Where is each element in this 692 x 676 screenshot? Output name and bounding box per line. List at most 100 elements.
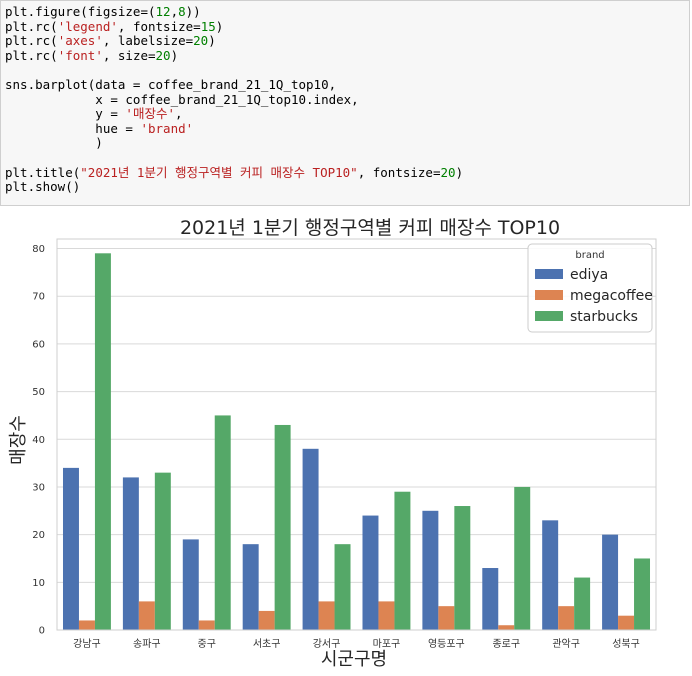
code-token: y = bbox=[5, 106, 126, 122]
x-tick-label: 서초구 bbox=[253, 638, 281, 650]
y-tick-label: 80 bbox=[32, 244, 45, 255]
x-tick-label: 강남구 bbox=[73, 638, 101, 650]
code-token: plt.title( bbox=[5, 164, 81, 180]
bar-megacoffee-5 bbox=[378, 601, 395, 630]
bar-starbucks-1 bbox=[154, 472, 171, 630]
code-token: plt.show() bbox=[5, 179, 81, 195]
bar-megacoffee-7 bbox=[498, 625, 515, 630]
bar-ediya-4 bbox=[302, 448, 319, 630]
code-token: )) bbox=[185, 4, 201, 19]
bar-megacoffee-6 bbox=[438, 606, 455, 630]
y-tick-label: 40 bbox=[32, 435, 45, 446]
code-line: hue = 'brand' bbox=[5, 120, 463, 137]
bar-ediya-9 bbox=[602, 534, 619, 630]
x-axis-label: 시군구명 bbox=[321, 649, 387, 670]
code-token: ) bbox=[170, 47, 179, 63]
code-token: x = coffee_brand_21_1Q_top10.index, bbox=[5, 91, 359, 107]
code-token: plt.rc( bbox=[5, 33, 58, 49]
x-tick-label: 성북구 bbox=[612, 638, 640, 650]
bar-starbucks-6 bbox=[454, 506, 471, 630]
bar-megacoffee-0 bbox=[78, 620, 95, 630]
bar-ediya-7 bbox=[482, 568, 499, 630]
bar-ediya-2 bbox=[182, 539, 199, 630]
code-line: plt.rc('legend', fontsize=15) bbox=[5, 18, 463, 35]
y-axis-label: 매장수 bbox=[8, 415, 29, 465]
x-tick-label: 종로구 bbox=[492, 638, 520, 650]
code-token: 20 bbox=[155, 47, 171, 63]
code-token: , labelsize= bbox=[102, 33, 194, 49]
bar-ediya-8 bbox=[542, 520, 559, 630]
code-token: 'axes' bbox=[57, 33, 103, 49]
bar-ediya-1 bbox=[122, 477, 139, 630]
bar-starbucks-4 bbox=[334, 544, 351, 630]
code-token: 'brand' bbox=[140, 120, 194, 136]
code-token: sns.barplot(data = coffee_brand_21_1Q_to… bbox=[5, 76, 337, 92]
bar-starbucks-3 bbox=[274, 424, 291, 630]
code-line: y = '매장수', bbox=[5, 106, 463, 122]
code-cell[interactable]: plt.figure(figsize=(12,8)) plt.rc('legend… bbox=[0, 0, 690, 206]
code-token: 8 bbox=[178, 4, 186, 19]
bar-starbucks-7 bbox=[514, 486, 531, 630]
code-token: hue = bbox=[5, 120, 141, 136]
code-line: x = coffee_brand_21_1Q_top10.index, bbox=[5, 91, 463, 108]
code-token: 20 bbox=[440, 164, 456, 180]
bar-ediya-6 bbox=[422, 510, 439, 630]
y-tick-label: 50 bbox=[32, 387, 45, 398]
code-token: 'legend' bbox=[57, 18, 118, 34]
code-token: plt.figure(figsize=( bbox=[5, 4, 156, 19]
code-token: , fontsize= bbox=[357, 164, 441, 180]
chart-title: 2021년 1분기 행정구역별 커피 매장수 TOP10 bbox=[180, 217, 560, 239]
y-tick-label: 60 bbox=[32, 339, 45, 350]
code-token: ) bbox=[215, 18, 224, 34]
legend-label-megacoffee: megacoffee bbox=[570, 288, 653, 304]
code-token: '매장수' bbox=[125, 106, 175, 122]
code-token: ) bbox=[455, 164, 464, 180]
x-tick-label: 송파구 bbox=[133, 638, 161, 650]
y-tick-label: 10 bbox=[32, 578, 45, 589]
bar-megacoffee-9 bbox=[618, 615, 635, 630]
code-line: ) bbox=[5, 136, 463, 151]
bar-chart: 2021년 1분기 행정구역별 커피 매장수 TOP10 0 10 20 30 40 50… bbox=[8, 217, 657, 670]
code-token: 15 bbox=[200, 18, 216, 34]
bar-starbucks-9 bbox=[634, 558, 651, 630]
code-token: 20 bbox=[193, 33, 209, 49]
code-token: , bbox=[170, 4, 179, 19]
chart-output: 2021년 1분기 행정구역별 커피 매장수 TOP10 0 10 20 30 40 50… bbox=[0, 208, 692, 672]
bar-starbucks-8 bbox=[574, 577, 591, 630]
code-token: "2021년 1분기 행정구역별 커피 매장수 TOP10" bbox=[80, 164, 358, 180]
bar-starbucks-5 bbox=[394, 491, 411, 630]
code-token: plt.rc( bbox=[5, 47, 58, 63]
code-line: plt.show() bbox=[5, 179, 463, 195]
code-line: plt.rc('axes', labelsize=20) bbox=[5, 33, 463, 49]
bar-ediya-3 bbox=[242, 544, 259, 630]
x-tick-label: 관악구 bbox=[552, 638, 580, 650]
code-line: plt.title("2021년 1분기 행정구역별 커피 매장수 TOP10"… bbox=[5, 164, 464, 181]
code-token: plt.rc( bbox=[5, 18, 58, 34]
bar-megacoffee-4 bbox=[318, 601, 335, 630]
bar-starbucks-2 bbox=[214, 415, 231, 630]
code-text: plt.figure(figsize=(12,8)) plt.rc('legend… bbox=[5, 4, 464, 195]
x-tick-label: 중구 bbox=[198, 638, 216, 650]
code-line: plt.figure(figsize=(12,8)) bbox=[5, 4, 463, 20]
legend-swatch-starbucks bbox=[535, 311, 563, 321]
code-line: sns.barplot(data = coffee_brand_21_1Q_to… bbox=[5, 76, 463, 93]
x-tick-label: 영등포구 bbox=[428, 638, 465, 650]
bar-megacoffee-3 bbox=[258, 610, 275, 630]
code-token: 12 bbox=[155, 4, 171, 19]
code-token: , size= bbox=[102, 47, 156, 63]
y-tick-label: 20 bbox=[32, 530, 45, 541]
legend: brand ediya megacoffee starbucks bbox=[527, 243, 653, 333]
bar-ediya-0 bbox=[62, 467, 79, 630]
bar-megacoffee-1 bbox=[138, 601, 155, 630]
bar-ediya-5 bbox=[362, 515, 379, 630]
y-tick-label: 30 bbox=[32, 482, 45, 493]
bar-megacoffee-2 bbox=[198, 620, 215, 630]
code-token: ) bbox=[208, 33, 216, 49]
legend-swatch-ediya bbox=[535, 269, 563, 279]
legend-label-ediya: ediya bbox=[570, 267, 608, 283]
bar-starbucks-0 bbox=[94, 253, 111, 630]
y-tick-label: 0 bbox=[39, 626, 45, 637]
legend-label-starbucks: starbucks bbox=[570, 309, 638, 325]
code-token: , bbox=[174, 106, 183, 122]
